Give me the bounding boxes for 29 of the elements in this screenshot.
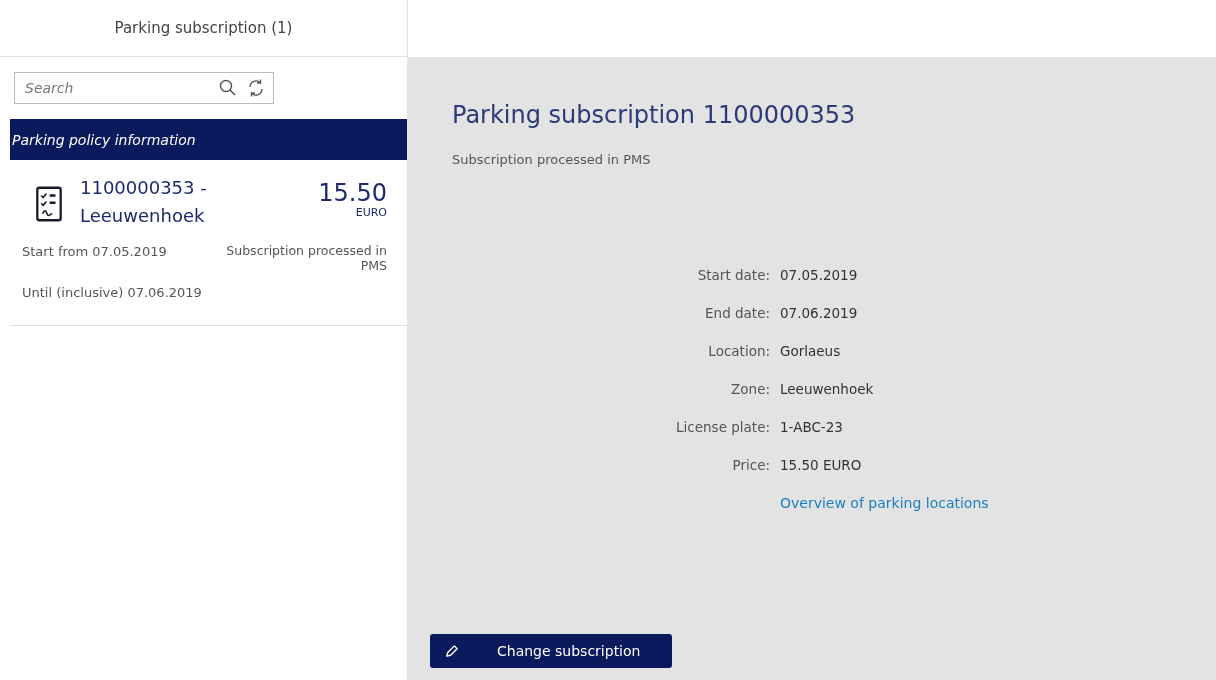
search-icon[interactable] — [218, 78, 238, 98]
refresh-icon[interactable] — [246, 78, 266, 98]
field-label: Location: — [708, 343, 770, 359]
subscription-number: 1100000353 - — [80, 176, 207, 200]
status-text: Subscription processed in PMS — [225, 243, 387, 273]
start-date: Start from 07.05.2019 — [22, 244, 167, 261]
detail-title: Parking subscription 1100000353 — [452, 101, 856, 129]
search-field[interactable]: Search — [14, 72, 274, 104]
field-value: Leeuwenhoek — [780, 381, 874, 397]
field-value: 15.50 EURO — [780, 457, 862, 473]
change-subscription-button[interactable]: Change subscription — [430, 634, 672, 668]
panel-title: Parking subscription (1) — [114, 19, 293, 37]
amount: 15.50 — [318, 180, 387, 206]
field-value: Gorlaeus — [780, 343, 841, 359]
end-date: Until (inclusive) 07.06.2019 — [22, 285, 202, 300]
group-header: Parking policy information — [10, 119, 407, 160]
field-label: License plate: — [676, 419, 770, 435]
field-label: Price: — [732, 457, 770, 473]
field-value: 07.05.2019 — [780, 267, 858, 283]
field-label: Start date: — [697, 267, 770, 283]
field-value: 1-ABC-23 — [780, 419, 843, 435]
status-text: Subscription processed in PMS — [452, 152, 651, 167]
zone-name: Leeuwenhoek — [80, 204, 205, 228]
pencil-icon — [444, 643, 459, 659]
field-label: Zone: — [731, 381, 770, 397]
field-label: End date: — [705, 305, 770, 321]
field-value: 07.06.2019 — [780, 305, 858, 321]
checklist-icon — [36, 186, 62, 222]
currency: EURO — [355, 206, 387, 219]
